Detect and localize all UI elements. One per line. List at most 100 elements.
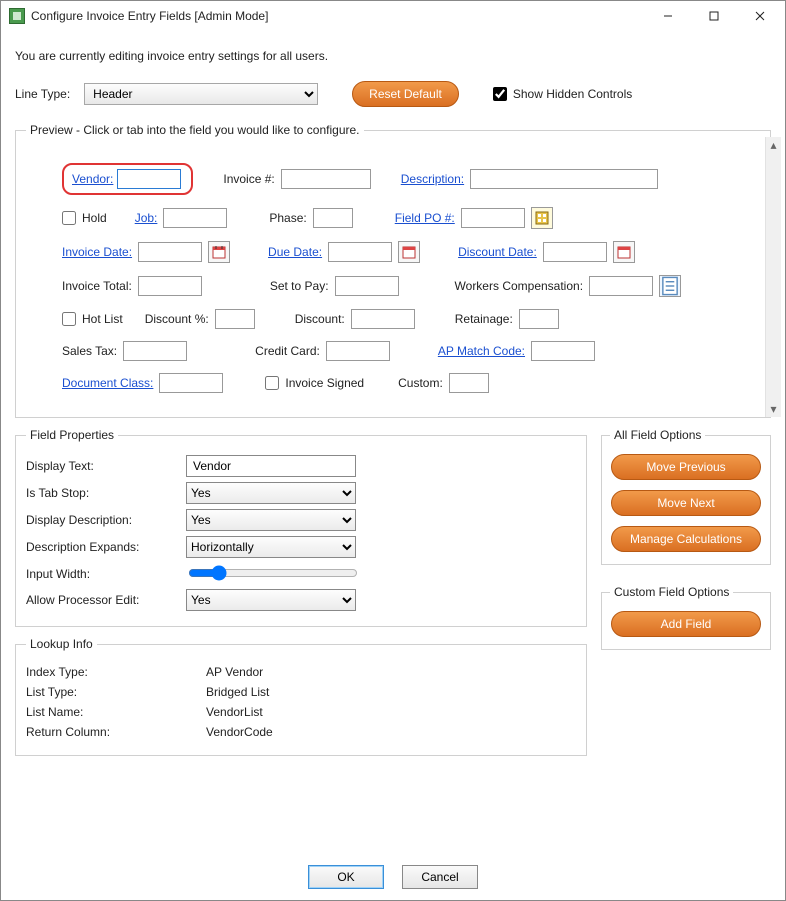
discount-pct-input[interactable] — [215, 309, 255, 329]
maximize-button[interactable] — [691, 1, 737, 31]
discount-date-label[interactable]: Discount Date: — [458, 245, 537, 259]
hold-label: Hold — [82, 211, 107, 225]
lookup-info-group: Lookup Info Index Type: AP Vendor List T… — [15, 637, 587, 756]
close-button[interactable] — [737, 1, 783, 31]
vendor-field-selected[interactable]: Vendor: — [62, 163, 193, 195]
field-properties-group: Field Properties Display Text: Is Tab St… — [15, 428, 587, 627]
vendor-input[interactable] — [117, 169, 181, 189]
invoice-date-label[interactable]: Invoice Date: — [62, 245, 132, 259]
scroll-down-icon[interactable]: ▾ — [766, 401, 781, 417]
display-desc-select[interactable]: Yes — [186, 509, 356, 531]
preview-scrollbar[interactable]: ▴ ▾ — [765, 137, 781, 417]
custom-label: Custom: — [398, 376, 443, 390]
line-type-label: Line Type: — [15, 87, 70, 101]
window-buttons — [645, 1, 783, 31]
list-name-label: List Name: — [26, 705, 206, 719]
reset-default-button[interactable]: Reset Default — [352, 81, 459, 107]
cancel-button[interactable]: Cancel — [402, 865, 478, 889]
discount-date-input[interactable] — [543, 242, 607, 262]
vendor-label[interactable]: Vendor: — [72, 172, 113, 186]
add-field-button[interactable]: Add Field — [611, 611, 761, 637]
list-name-value: VendorList — [206, 705, 263, 719]
is-tab-stop-select[interactable]: Yes — [186, 482, 356, 504]
ap-match-code-label[interactable]: AP Match Code: — [438, 344, 525, 358]
phase-input[interactable] — [313, 208, 353, 228]
invoice-signed-label: Invoice Signed — [285, 376, 364, 390]
job-label[interactable]: Job: — [135, 211, 158, 225]
line-type-select[interactable]: Header — [84, 83, 318, 105]
index-type-label: Index Type: — [26, 665, 206, 679]
workers-comp-doc-icon[interactable] — [659, 275, 681, 297]
hot-list-checkbox[interactable]: Hot List — [62, 312, 123, 326]
set-to-pay-label: Set to Pay: — [270, 279, 329, 293]
due-date-input[interactable] — [328, 242, 392, 262]
invoice-total-input[interactable] — [138, 276, 202, 296]
all-field-options-legend: All Field Options — [610, 428, 705, 442]
list-type-label: List Type: — [26, 685, 206, 699]
invoice-signed-input[interactable] — [265, 376, 279, 390]
allow-proc-select[interactable]: Yes — [186, 589, 356, 611]
invoice-signed-checkbox[interactable]: Invoice Signed — [265, 376, 364, 390]
input-width-label: Input Width: — [26, 567, 186, 581]
invoice-num-input[interactable] — [281, 169, 371, 189]
input-width-slider[interactable] — [188, 565, 358, 581]
move-previous-button[interactable]: Move Previous — [611, 454, 761, 480]
intro-text: You are currently editing invoice entry … — [15, 49, 771, 63]
discount-date-calendar-icon[interactable] — [613, 241, 635, 263]
ap-match-code-input[interactable] — [531, 341, 595, 361]
preview-group: Preview - Click or tab into the field yo… — [15, 123, 771, 418]
show-hidden-checkbox[interactable]: Show Hidden Controls — [493, 87, 632, 101]
field-po-input[interactable] — [461, 208, 525, 228]
scroll-up-icon[interactable]: ▴ — [766, 137, 781, 153]
lookup-info-legend: Lookup Info — [26, 637, 97, 651]
display-desc-label: Display Description: — [26, 513, 186, 527]
return-col-value: VendorCode — [206, 725, 273, 739]
app-icon — [9, 8, 25, 24]
desc-expands-select[interactable]: Horizontally — [186, 536, 356, 558]
retainage-input[interactable] — [519, 309, 559, 329]
invoice-date-calendar-icon[interactable] — [208, 241, 230, 263]
hot-list-label: Hot List — [82, 312, 123, 326]
is-tab-stop-label: Is Tab Stop: — [26, 486, 186, 500]
due-date-calendar-icon[interactable] — [398, 241, 420, 263]
invoice-total-label: Invoice Total: — [62, 279, 132, 293]
invoice-num-label: Invoice #: — [223, 172, 274, 186]
show-hidden-input[interactable] — [493, 87, 507, 101]
discount-label: Discount: — [295, 312, 345, 326]
set-to-pay-input[interactable] — [335, 276, 399, 296]
hold-input[interactable] — [62, 211, 76, 225]
workers-comp-input[interactable] — [589, 276, 653, 296]
minimize-button[interactable] — [645, 1, 691, 31]
lower-columns: Field Properties Display Text: Is Tab St… — [15, 428, 771, 766]
document-class-label[interactable]: Document Class: — [62, 376, 153, 390]
description-input[interactable] — [470, 169, 658, 189]
display-text-input[interactable] — [186, 455, 356, 477]
discount-pct-label: Discount %: — [145, 312, 209, 326]
field-po-lookup-icon[interactable] — [531, 207, 553, 229]
hold-checkbox[interactable]: Hold — [62, 211, 107, 225]
sales-tax-input[interactable] — [123, 341, 187, 361]
discount-input[interactable] — [351, 309, 415, 329]
manage-calculations-button[interactable]: Manage Calculations — [611, 526, 761, 552]
dialog-buttons: OK Cancel — [1, 852, 785, 900]
description-label[interactable]: Description: — [401, 172, 464, 186]
move-next-button[interactable]: Move Next — [611, 490, 761, 516]
field-po-label[interactable]: Field PO #: — [395, 211, 455, 225]
content-area: You are currently editing invoice entry … — [1, 31, 785, 852]
custom-field-options-legend: Custom Field Options — [610, 585, 733, 599]
due-date-label[interactable]: Due Date: — [268, 245, 322, 259]
window-title: Configure Invoice Entry Fields [Admin Mo… — [31, 9, 645, 23]
invoice-date-input[interactable] — [138, 242, 202, 262]
hot-list-input[interactable] — [62, 312, 76, 326]
field-properties-legend: Field Properties — [26, 428, 118, 442]
sales-tax-label: Sales Tax: — [62, 344, 117, 358]
ok-button[interactable]: OK — [308, 865, 384, 889]
document-class-input[interactable] — [159, 373, 223, 393]
credit-card-input[interactable] — [326, 341, 390, 361]
custom-input[interactable] — [449, 373, 489, 393]
job-input[interactable] — [163, 208, 227, 228]
credit-card-label: Credit Card: — [255, 344, 320, 358]
preview-legend: Preview - Click or tab into the field yo… — [26, 123, 364, 137]
dialog-window: Configure Invoice Entry Fields [Admin Mo… — [0, 0, 786, 901]
custom-field-options-group: Custom Field Options Add Field — [601, 585, 771, 650]
